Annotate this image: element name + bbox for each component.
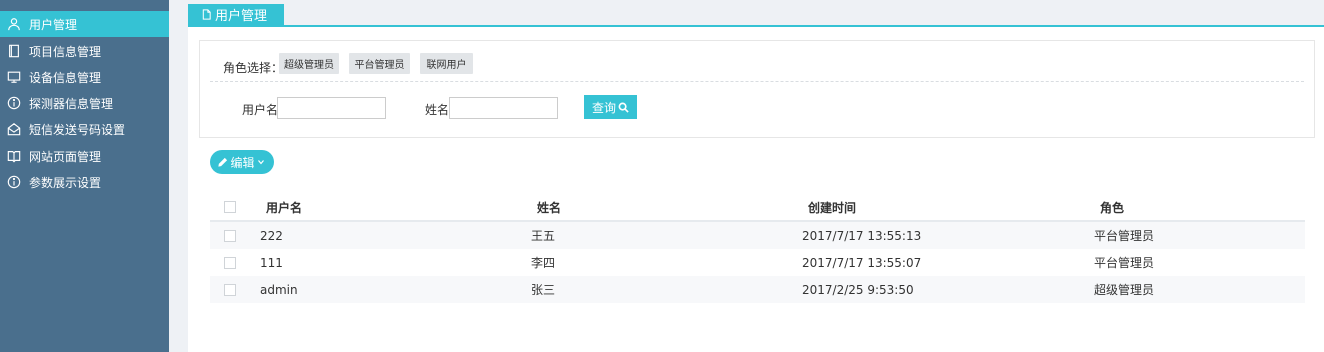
divider	[210, 81, 1304, 82]
table-row[interactable]: 222 王五 2017/7/17 13:55:13 平台管理员	[210, 222, 1305, 249]
cell-role: 平台管理员	[1094, 229, 1155, 243]
cell-name: 王五	[531, 229, 556, 243]
role-super-admin-button[interactable]: 超级管理员	[279, 53, 339, 74]
cell-role: 平台管理员	[1094, 256, 1155, 270]
name-input[interactable]	[449, 97, 558, 119]
column-header: 用户名	[266, 200, 303, 215]
role-network-user-button[interactable]: 联网用户	[420, 53, 473, 74]
tab-label: 用户管理	[215, 9, 268, 24]
pencil-icon	[218, 157, 228, 167]
column-header: 姓名	[537, 200, 562, 215]
username-label: 用户名	[242, 103, 279, 117]
row-checkbox[interactable]	[224, 229, 236, 242]
sidebar-item-detector-info[interactable]: 探测器信息管理	[0, 90, 169, 116]
column-header: 角色	[1100, 200, 1125, 215]
cell-created-time: 2017/2/25 9:53:50	[802, 282, 914, 297]
search-icon	[618, 102, 629, 113]
file-icon	[202, 9, 211, 20]
edit-label: 编辑	[230, 155, 255, 170]
sidebar-item-project-info[interactable]: 项目信息管理	[0, 38, 169, 64]
tab-bar: 用户管理	[188, 0, 1324, 27]
info-icon	[6, 174, 22, 190]
row-checkbox[interactable]	[224, 283, 236, 296]
query-label: 查询	[591, 100, 616, 115]
cell-role: 超级管理员	[1094, 283, 1155, 297]
info-icon	[6, 95, 22, 111]
table-row[interactable]: admin 张三 2017/2/25 9:53:50 超级管理员	[210, 276, 1305, 303]
select-all-checkbox[interactable]	[224, 201, 236, 213]
sidebar-item-label: 探测器信息管理	[29, 96, 114, 111]
book-icon	[6, 43, 22, 59]
username-input[interactable]	[277, 97, 386, 119]
row-checkbox[interactable]	[224, 256, 236, 269]
open-book-icon	[6, 148, 22, 164]
edit-dropdown-button[interactable]: 编辑	[210, 150, 274, 174]
table-row[interactable]: 111 李四 2017/7/17 13:55:07 平台管理员	[210, 249, 1305, 276]
chevron-down-icon	[257, 160, 264, 165]
user-icon	[6, 16, 22, 32]
column-header: 创建时间	[808, 200, 857, 215]
role-select-label: 角色选择：	[223, 61, 284, 75]
sidebar-item-website-pages[interactable]: 网站页面管理	[0, 143, 169, 169]
cell-name: 张三	[531, 283, 556, 297]
name-label: 姓名	[425, 103, 450, 117]
tab-user-management[interactable]: 用户管理	[188, 4, 284, 25]
sidebar-gutter	[169, 0, 188, 352]
table-header: 用户名 姓名 创建时间 角色	[210, 194, 1305, 222]
sidebar-item-label: 参数展示设置	[29, 175, 102, 190]
sidebar-item-label: 网站页面管理	[29, 149, 102, 164]
monitor-icon	[6, 69, 22, 85]
query-button[interactable]: 查询	[584, 95, 637, 119]
cell-username: 111	[260, 255, 283, 270]
role-platform-admin-button[interactable]: 平台管理员	[349, 53, 410, 74]
sidebar-item-sms-number[interactable]: 短信发送号码设置	[0, 116, 169, 142]
sidebar-item-label: 短信发送号码设置	[29, 122, 126, 137]
sidebar-item-param-display[interactable]: 参数展示设置	[0, 169, 169, 195]
main-content: 用户管理 角色选择： 超级管理员 平台管理员 联网用户 用户名 姓名 查询 编辑…	[188, 0, 1324, 352]
cell-created-time: 2017/7/17 13:55:13	[802, 228, 922, 243]
sidebar-item-label: 项目信息管理	[29, 44, 102, 59]
sidebar-item-user-management[interactable]: 用户管理	[0, 11, 169, 37]
sidebar-item-device-info[interactable]: 设备信息管理	[0, 64, 169, 90]
filter-panel: 角色选择： 超级管理员 平台管理员 联网用户 用户名 姓名 查询	[199, 40, 1315, 138]
cell-name: 李四	[531, 256, 556, 270]
sidebar-item-label: 用户管理	[29, 17, 78, 32]
cell-created-time: 2017/7/17 13:55:07	[802, 255, 922, 270]
cell-username: 222	[260, 228, 283, 243]
sidebar: 用户管理 项目信息管理 设备信息管理 探测器信息管理 短信发送号码设置 网站页面…	[0, 0, 169, 352]
envelope-open-icon	[6, 121, 22, 137]
user-table: 用户名 姓名 创建时间 角色 222 王五 2017/7/17 13:55:13…	[210, 194, 1305, 303]
sidebar-item-label: 设备信息管理	[29, 70, 102, 85]
cell-username: admin	[260, 282, 298, 297]
